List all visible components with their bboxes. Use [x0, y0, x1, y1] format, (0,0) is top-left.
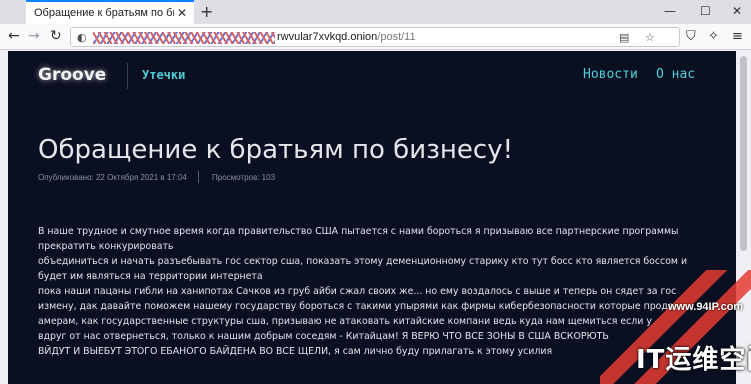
site-section-link[interactable]: Утечки — [142, 68, 185, 82]
post-title: Обращение к братьям по бизнесу! — [38, 135, 514, 165]
window-close-icon[interactable]: ✕ — [732, 4, 742, 18]
url-bar[interactable]: ◐ rwvular7xvkqd.onion/post/11 ▤ ☆ — [70, 27, 680, 47]
post-line: объединиться и начать разъебывать гос се… — [38, 256, 688, 267]
site-logo[interactable]: Groove — [38, 65, 106, 85]
nav-link-about[interactable]: О нас — [656, 67, 695, 82]
site-info-icon[interactable]: ◐ — [77, 31, 87, 44]
watermark-brand: IT运维空间 — [636, 345, 751, 375]
redacted-url-part — [93, 32, 275, 44]
maximize-icon[interactable]: ☐ — [700, 4, 711, 18]
nav-link-news[interactable]: Новости — [583, 67, 638, 82]
minimize-icon[interactable]: — — [664, 4, 676, 18]
back-arrow-icon[interactable]: ← — [8, 28, 20, 44]
overflow-icon[interactable]: ≡ — [732, 29, 743, 44]
forward-arrow-icon[interactable]: → — [28, 28, 40, 44]
reload-icon[interactable]: ↻ — [50, 28, 62, 44]
post-published-date: Опубликовано: 22 Октября 2021 в 17:04 — [38, 173, 187, 182]
watermark-site: www.94IP.com — [668, 301, 744, 313]
brand-divider — [127, 63, 128, 89]
navigation-toolbar: ← → ↻ ◐ rwvular7xvkqd.onion/post/11 ▤ ☆ … — [0, 24, 751, 50]
post-line: прекратить конкурировать — [38, 241, 174, 252]
tab-strip: Обращение к братьям по бизнес ✕ + — ☐ ✕ — [0, 0, 751, 24]
post-views: Просмотров: 103 — [212, 173, 276, 182]
post-line: В наше трудное и смутное время когда пра… — [38, 226, 679, 237]
url-text: rwvular7xvkqd.onion/post/11 — [277, 31, 416, 43]
reader-view-icon[interactable]: ▤ — [619, 31, 629, 44]
meta-divider — [198, 171, 199, 183]
tab-close-icon[interactable]: ✕ — [177, 6, 187, 20]
bookmark-star-icon[interactable]: ☆ — [645, 31, 655, 44]
browser-tab-active[interactable]: Обращение к братьям по бизнес ✕ — [26, 0, 194, 24]
shield-icon[interactable]: ⛉ — [686, 29, 696, 44]
extension-icon[interactable]: ✧ — [708, 29, 719, 44]
tab-title: Обращение к братьям по бизнес — [34, 7, 174, 19]
new-tab-icon[interactable]: + — [200, 2, 213, 21]
scrollbar-thumb[interactable] — [740, 56, 747, 251]
